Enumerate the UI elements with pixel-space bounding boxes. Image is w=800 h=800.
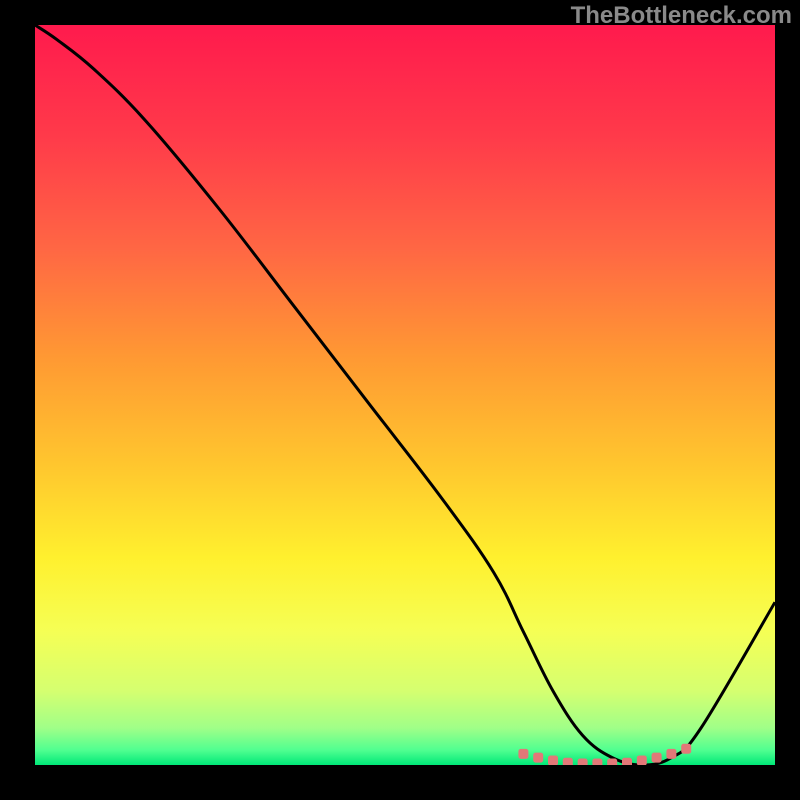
chart-container: TheBottleneck.com [0,0,800,800]
chart-svg [35,25,775,765]
optimal-marker [518,749,528,759]
optimal-marker [607,759,617,765]
optimal-marker [622,758,632,765]
plot-area [35,25,775,765]
watermark-text: TheBottleneck.com [571,2,792,30]
optimal-marker [666,749,676,759]
optimal-marker [637,756,647,765]
optimal-marker [563,758,573,765]
optimal-marker [578,759,588,765]
optimal-marker [548,756,558,765]
gradient-background [35,25,775,765]
optimal-marker [652,753,662,763]
optimal-marker [681,744,691,754]
optimal-marker [533,753,543,763]
optimal-marker [592,759,602,765]
